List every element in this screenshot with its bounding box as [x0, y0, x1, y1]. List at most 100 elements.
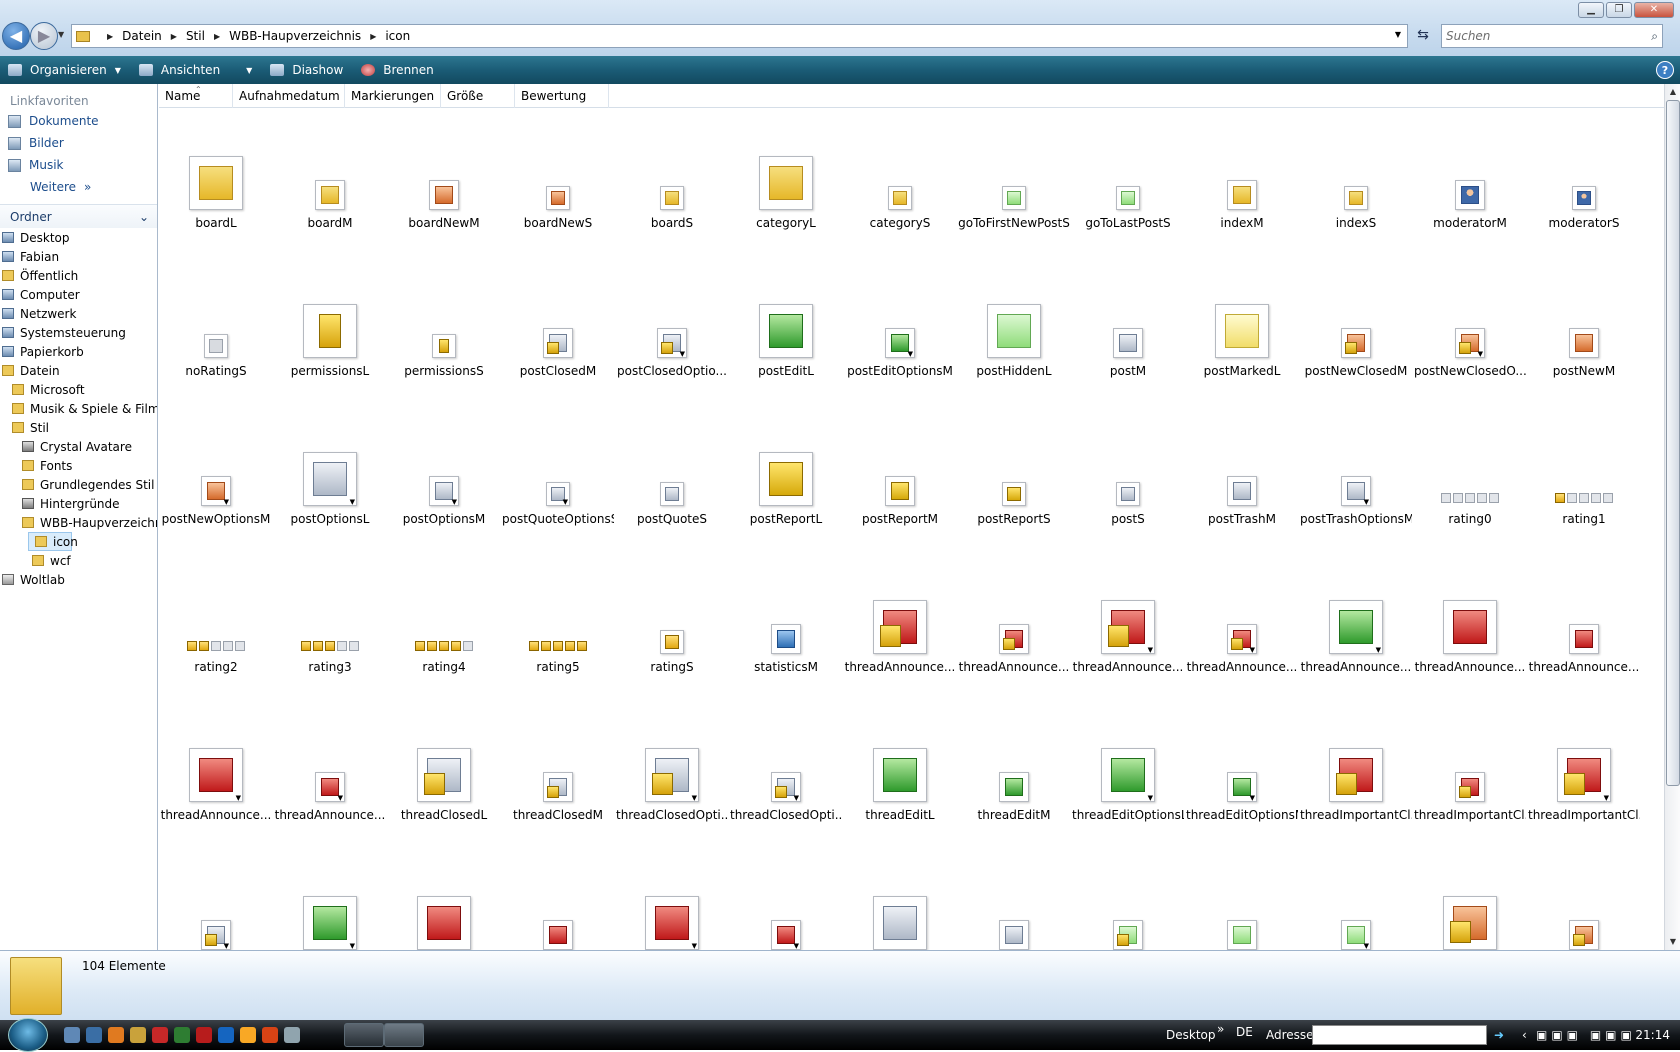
column-header-item[interactable]: Markierungen [345, 84, 441, 108]
file-item[interactable]: rating3 [273, 590, 387, 738]
taskbar-address-input[interactable] [1312, 1025, 1487, 1045]
start-button[interactable] [8, 1018, 48, 1052]
file-item[interactable]: postQuoteS [615, 442, 729, 590]
file-item[interactable] [1527, 886, 1641, 950]
minimize-button[interactable]: ▁ [1578, 2, 1604, 18]
window-switch-icon[interactable] [86, 1027, 102, 1043]
file-item[interactable]: rating1 [1527, 442, 1641, 590]
file-item[interactable]: rating0 [1413, 442, 1527, 590]
acrobat-icon[interactable] [196, 1027, 212, 1043]
file-item[interactable]: ratingS [615, 590, 729, 738]
file-item[interactable]: indexS [1299, 146, 1413, 294]
file-item[interactable] [1413, 886, 1527, 950]
file-item[interactable]: postHiddenL [957, 294, 1071, 442]
back-button[interactable]: ◀ [2, 22, 30, 50]
file-item[interactable]: threadClosedM [501, 738, 615, 886]
tree-item[interactable]: Papierkorb [0, 342, 157, 361]
breadcrumb-item[interactable]: Datein [122, 29, 162, 43]
file-item[interactable]: statisticsM [729, 590, 843, 738]
search-icon[interactable]: ⌕ [1651, 25, 1658, 47]
file-item[interactable]: threadAnnounce... [957, 590, 1071, 738]
views-button[interactable]: Ansichten ▼ [138, 63, 252, 77]
file-item[interactable]: threadImportantCl... [1299, 738, 1413, 886]
file-item[interactable]: permissionsL [273, 294, 387, 442]
clock[interactable]: 21:14 [1635, 1028, 1670, 1042]
breadcrumb-separator-icon[interactable]: ▶ [107, 32, 113, 41]
organize-button[interactable]: Organisieren ▼ [8, 63, 121, 77]
file-item[interactable]: ▼ threadEditOptionsM [1185, 738, 1299, 886]
file-item[interactable]: goToLastPostS [1071, 146, 1185, 294]
file-item[interactable]: threadEditM [957, 738, 1071, 886]
tree-item[interactable]: Netzwerk [0, 304, 157, 323]
file-item[interactable]: indexM [1185, 146, 1299, 294]
file-item[interactable]: postMarkedL [1185, 294, 1299, 442]
file-item[interactable]: ▼ threadAnnounce... [1299, 590, 1413, 738]
tree-item[interactable]: Fabian [0, 247, 157, 266]
app-icon[interactable] [174, 1027, 190, 1043]
file-item[interactable]: postNewM [1527, 294, 1641, 442]
file-item[interactable] [501, 886, 615, 950]
file-item[interactable]: moderatorS [1527, 146, 1641, 294]
forward-button[interactable]: ▶ [30, 22, 58, 50]
burn-app-icon[interactable] [262, 1027, 278, 1043]
close-button[interactable]: ✕ [1634, 2, 1674, 18]
file-item[interactable] [843, 886, 957, 950]
favorite-link[interactable]: Dokumente [0, 110, 157, 132]
scroll-down-icon[interactable]: ▼ [1665, 934, 1680, 950]
file-item[interactable] [1071, 886, 1185, 950]
tree-item[interactable]: WBB-Haupverzeichnis [0, 513, 157, 532]
tray-icons[interactable]: ▣▣▣ ▣▣▣ [1536, 1028, 1636, 1042]
settings-icon[interactable] [284, 1027, 300, 1043]
tree-item[interactable]: Microsoft [0, 380, 157, 399]
file-item[interactable]: boardNewM [387, 146, 501, 294]
file-item[interactable]: ▼ threadClosedOpti... [729, 738, 843, 886]
file-item[interactable]: ▼ postTrashOptionsM [1299, 442, 1413, 590]
toolbar-chevron-icon[interactable]: » [1217, 1022, 1224, 1036]
tree-item[interactable]: Crystal Avatare [0, 437, 157, 456]
language-indicator[interactable]: DE [1236, 1025, 1253, 1039]
file-item[interactable]: postReportS [957, 442, 1071, 590]
file-item[interactable]: ▼ [1299, 886, 1413, 950]
tree-item[interactable]: Fonts [0, 456, 157, 475]
help-button[interactable]: ? [1656, 61, 1674, 79]
breadcrumb-separator-icon[interactable]: ▶ [171, 32, 177, 41]
file-item[interactable] [387, 886, 501, 950]
file-item[interactable]: ▼ postEditOptionsM [843, 294, 957, 442]
file-item[interactable]: categoryS [843, 146, 957, 294]
file-item[interactable]: ▼ postNewOptionsM [159, 442, 273, 590]
tree-item[interactable]: Systemsteuerung [0, 323, 157, 342]
file-item[interactable]: noRatingS [159, 294, 273, 442]
file-item[interactable]: ▼ threadClosedOpti... [615, 738, 729, 886]
tree-item[interactable]: Stil [0, 418, 157, 437]
show-desktop-icon[interactable] [64, 1027, 80, 1043]
firefox-icon[interactable] [108, 1027, 124, 1043]
file-item[interactable]: postReportM [843, 442, 957, 590]
file-item[interactable] [957, 886, 1071, 950]
file-item[interactable]: boardS [615, 146, 729, 294]
tree-item[interactable]: Musik & Spiele & Film [0, 399, 157, 418]
favorite-link[interactable]: Musik [0, 154, 157, 176]
file-item[interactable]: ▼ postClosedOptio... [615, 294, 729, 442]
breadcrumb-item[interactable]: icon [385, 29, 410, 43]
scroll-up-icon[interactable]: ▲ [1665, 84, 1680, 100]
burn-button[interactable]: Brennen [361, 63, 434, 77]
file-item[interactable]: rating2 [159, 590, 273, 738]
file-item[interactable]: threadAnnounce... [1527, 590, 1641, 738]
photoshop-icon[interactable] [218, 1027, 234, 1043]
taskbar-explorer-button[interactable] [384, 1023, 424, 1047]
file-item[interactable]: ▼ postQuoteOptionsS [501, 442, 615, 590]
desktop-toolbar-label[interactable]: Desktop [1166, 1028, 1216, 1042]
maximize-button[interactable]: ❐ [1606, 2, 1632, 18]
file-item[interactable] [1185, 886, 1299, 950]
tree-item[interactable]: wcf [0, 551, 157, 570]
file-item[interactable]: ▼ [615, 886, 729, 950]
tree-item[interactable]: Grundlegendes Stil [0, 475, 157, 494]
vertical-scrollbar[interactable]: ▲ ▼ [1664, 84, 1680, 950]
file-item[interactable]: ▼ threadAnnounce... [159, 738, 273, 886]
file-item[interactable]: categoryL [729, 146, 843, 294]
media-player-icon[interactable] [240, 1027, 256, 1043]
refresh-icon[interactable]: ⇆ [1411, 24, 1435, 48]
slideshow-button[interactable]: Diashow [270, 63, 343, 77]
breadcrumb-separator-icon[interactable]: ▶ [370, 32, 376, 41]
tree-item[interactable]: Computer [0, 285, 157, 304]
